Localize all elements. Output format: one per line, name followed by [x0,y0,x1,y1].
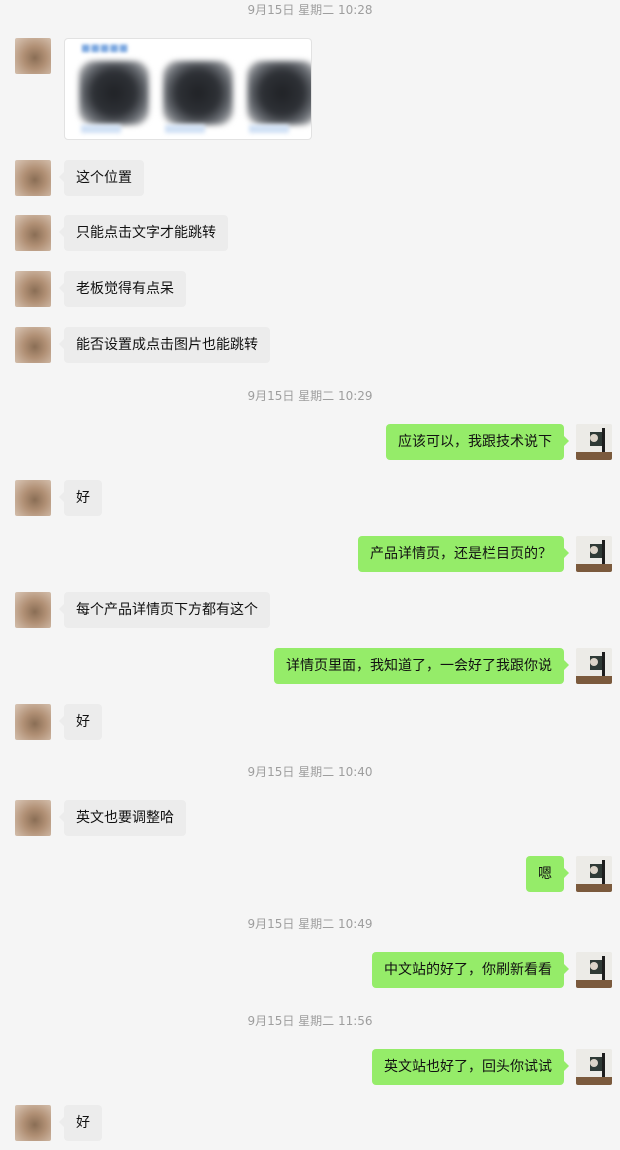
self-avatar-image [576,952,612,988]
card-caption-blurred: ■■■■■ [81,43,129,54]
card-thumbnail [247,61,311,125]
self-avatar-image [576,856,612,892]
self-avatar[interactable] [576,1049,612,1085]
contact-avatar[interactable] [15,215,51,251]
card-thumbnail [163,61,233,125]
contact-avatar[interactable] [15,160,51,196]
self-avatar[interactable] [576,648,612,684]
sent-message[interactable]: 详情页里面，我知道了，一会好了我跟你说 [274,648,569,684]
contact-avatar[interactable] [15,592,51,628]
sent-message[interactable]: 应该可以，我跟技术说下 [386,424,569,460]
timestamp: 9月15日 星期二 10:28 [247,3,373,17]
timestamp: 9月15日 星期二 10:40 [247,765,373,779]
contact-avatar[interactable] [15,327,51,363]
timestamp: 9月15日 星期二 10:49 [247,917,373,931]
card-label-blurred [165,125,205,133]
received-message[interactable]: 英文也要调整哈 [59,800,186,836]
contact-avatar[interactable] [15,480,51,516]
self-avatar-image [576,648,612,684]
sent-message[interactable]: 产品详情页，还是栏目页的？ [358,536,569,572]
contact-avatar[interactable] [15,704,51,740]
sent-message[interactable]: 英文站也好了，回头你试试 [372,1049,569,1085]
card-label-blurred [81,125,121,133]
self-avatar-image [576,1049,612,1085]
received-message[interactable]: 只能点击文字才能跳转 [59,215,228,251]
sent-message[interactable]: 嗯 [526,856,569,892]
contact-avatar[interactable] [15,271,51,307]
received-message[interactable]: 好 [59,480,102,516]
self-avatar-image [576,536,612,572]
image-card-message[interactable]: ■■■■■ [64,38,312,140]
self-avatar[interactable] [576,856,612,892]
self-avatar-image [576,424,612,460]
received-message[interactable]: 这个位置 [59,160,144,196]
received-message[interactable]: 能否设置成点击图片也能跳转 [59,327,270,363]
received-message[interactable]: 每个产品详情页下方都有这个 [59,592,270,628]
contact-avatar[interactable] [15,800,51,836]
sent-message[interactable]: 中文站的好了，你刷新看看 [372,952,569,988]
contact-avatar[interactable] [15,38,51,74]
timestamp: 9月15日 星期二 11:56 [247,1014,373,1028]
self-avatar[interactable] [576,424,612,460]
timestamp: 9月15日 星期二 10:29 [247,389,373,403]
card-thumbnail [79,61,149,125]
received-message[interactable]: 好 [59,704,102,740]
contact-avatar[interactable] [15,1105,51,1141]
received-message[interactable]: 好 [59,1105,102,1141]
self-avatar[interactable] [576,952,612,988]
received-message[interactable]: 老板觉得有点呆 [59,271,186,307]
card-label-blurred [249,125,289,133]
self-avatar[interactable] [576,536,612,572]
